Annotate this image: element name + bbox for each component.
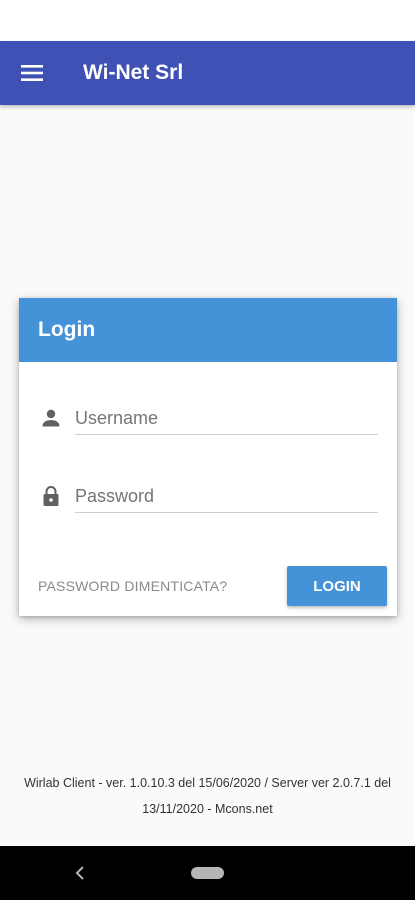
app-title: Wi-Net Srl <box>83 61 184 84</box>
app-screen: Wi-Net Srl Login PASSWORD DIMENTICATA? L… <box>0 0 415 900</box>
password-input[interactable] <box>75 480 378 513</box>
username-input[interactable] <box>75 402 378 435</box>
version-footer-line-2: 13/11/2020 - Mcons.net <box>142 802 273 816</box>
forgot-password-link[interactable]: PASSWORD DIMENTICATA? <box>38 574 227 598</box>
person-icon <box>39 406 63 430</box>
menu-button[interactable] <box>14 55 50 91</box>
login-button[interactable]: LOGIN <box>287 566 387 606</box>
version-footer-line-1: Wirlab Client - ver. 1.0.10.3 del 15/06/… <box>24 776 391 790</box>
back-icon <box>75 866 84 880</box>
home-pill-icon[interactable] <box>191 867 224 879</box>
login-card-header: Login <box>19 298 397 362</box>
system-navigation-bar <box>0 846 415 900</box>
login-card-title: Login <box>38 318 96 341</box>
app-bar: Wi-Net Srl <box>0 41 415 105</box>
status-bar <box>0 0 415 41</box>
menu-icon <box>21 65 43 81</box>
back-button[interactable] <box>68 861 92 885</box>
login-card: Login PASSWORD DIMENTICATA? LOGIN <box>19 298 397 616</box>
lock-icon <box>39 484 63 508</box>
version-footer: Wirlab Client - ver. 1.0.10.3 del 15/06/… <box>10 770 405 822</box>
